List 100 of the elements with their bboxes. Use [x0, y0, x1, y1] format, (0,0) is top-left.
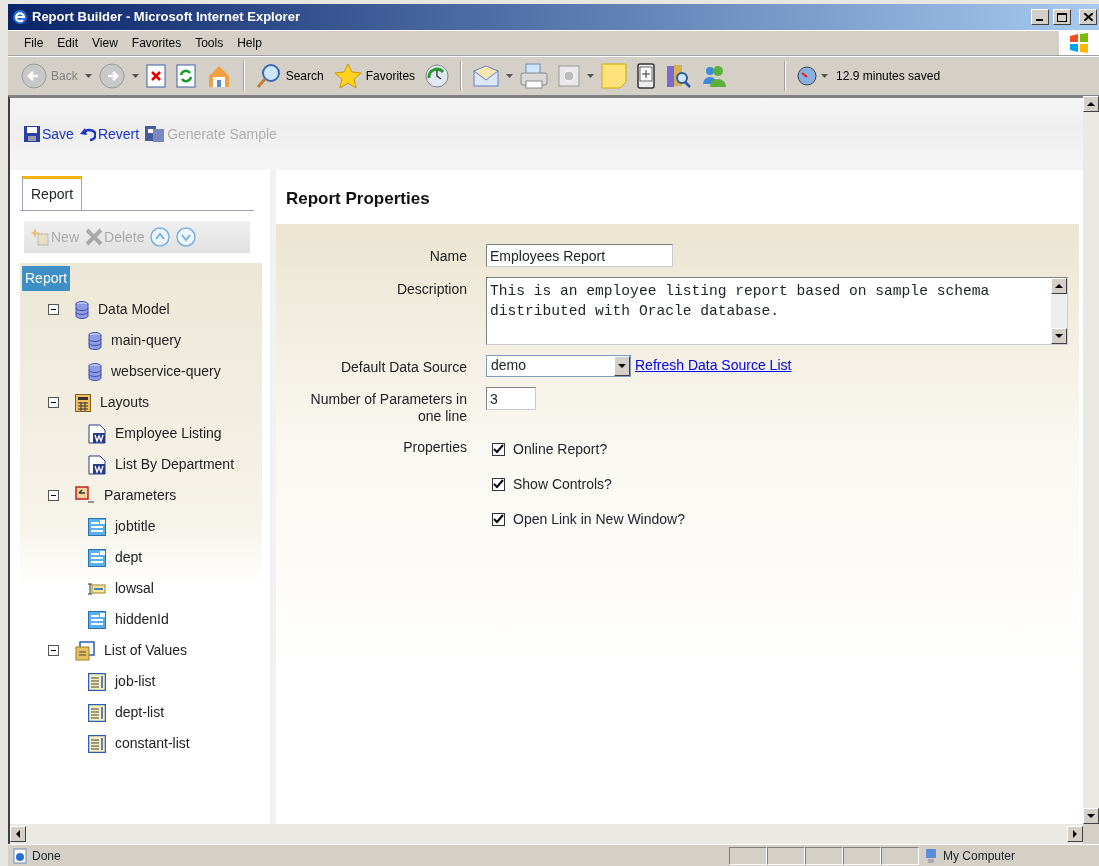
tree-item[interactable]: webservice-query — [108, 359, 224, 384]
page-icon — [12, 847, 28, 864]
tree-item[interactable]: main-query — [108, 328, 185, 353]
horizontal-scrollbar[interactable] — [8, 824, 1083, 844]
menu-item[interactable]: View — [86, 32, 124, 54]
database-icon — [88, 331, 102, 350]
close-button[interactable] — [1079, 9, 1097, 25]
collapse-icon[interactable] — [48, 304, 59, 315]
tree-item[interactable]: hiddenId — [112, 607, 172, 632]
panel-tab[interactable]: Report — [22, 176, 83, 210]
checkbox-label[interactable]: Online Report? — [513, 438, 608, 460]
number-field[interactable]: 3 — [486, 386, 536, 410]
arrow-down-icon — [1086, 813, 1096, 819]
menu-item[interactable]: Favorites — [125, 32, 188, 54]
close-icon — [1083, 13, 1093, 21]
name-field[interactable]: Employees Report — [486, 243, 673, 267]
collapse-icon[interactable] — [48, 490, 59, 501]
word-document-icon — [88, 454, 106, 475]
minimize-button[interactable] — [1031, 9, 1049, 25]
tree-item[interactable]: Parameters — [101, 483, 180, 508]
field-label: Number of Parameters in one line — [309, 389, 467, 425]
sample-document-icon — [145, 125, 166, 143]
scrollbar[interactable] — [1051, 277, 1067, 344]
maximize-button[interactable] — [1053, 9, 1071, 25]
people-icon — [701, 64, 728, 88]
list-icon — [88, 672, 106, 691]
printer-icon — [520, 63, 549, 89]
scroll-down-button[interactable] — [1083, 808, 1099, 824]
parameters-icon — [75, 485, 95, 506]
tree-item[interactable]: Layouts — [97, 390, 153, 415]
description-field[interactable]: This is an employee listing report based on sample schema distributed with Oracle database. — [486, 276, 1068, 345]
browser-logo-icon — [12, 9, 28, 25]
status-pane — [767, 846, 805, 865]
scroll-left-button[interactable] — [10, 826, 26, 842]
panel-title: Report Properties — [285, 188, 431, 210]
word-document-icon — [88, 423, 106, 444]
tree-item[interactable]: List of Values — [101, 638, 190, 663]
tree-item[interactable]: jobtitle — [112, 514, 159, 539]
tree-item[interactable]: lowsal — [112, 576, 157, 601]
save-button[interactable]: Save — [24, 123, 74, 145]
refresh-link[interactable]: Refresh Data Source List — [635, 355, 792, 376]
checkbox[interactable] — [492, 442, 505, 456]
collapse-icon[interactable] — [48, 645, 59, 656]
timer-button[interactable]: 12.9 minutes saved — [794, 64, 944, 88]
status-text: Done — [32, 847, 61, 865]
list-icon — [88, 703, 106, 722]
timer-text: 12.9 minutes saved — [836, 68, 941, 85]
tree-item[interactable]: constant-list — [112, 731, 193, 756]
arrow-right-icon — [1072, 829, 1078, 839]
field-label: Default Data Source — [339, 357, 467, 377]
folder-list-icon — [75, 640, 95, 661]
tree-item[interactable]: dept-list — [112, 700, 168, 725]
check-icon — [493, 478, 504, 490]
tree-item[interactable]: List By Department — [112, 452, 238, 477]
window-title: Report Builder - Microsoft Internet Explorer — [32, 8, 301, 27]
revert-button[interactable]: Revert — [79, 123, 140, 145]
scroll-up-button[interactable] — [1051, 277, 1067, 294]
scroll-right-button[interactable] — [1067, 826, 1083, 842]
x-mark-icon — [85, 228, 103, 246]
menu-item[interactable]: Tools — [189, 32, 230, 54]
tree-item[interactable]: Employee Listing — [112, 421, 225, 446]
menu-item[interactable]: File — [18, 32, 50, 54]
status-pane — [805, 846, 843, 865]
collapse-icon[interactable] — [48, 397, 59, 408]
checkbox-label[interactable]: Show Controls? — [513, 473, 612, 495]
favorites-button[interactable]: Favorites — [330, 61, 419, 91]
form-menu-icon — [88, 517, 106, 536]
maximize-icon — [1057, 12, 1067, 22]
tree-item[interactable]: Data Model — [95, 297, 173, 322]
checkbox[interactable] — [492, 477, 505, 491]
field-label: Properties — [402, 437, 467, 457]
tree-item[interactable]: dept — [112, 545, 146, 570]
dropdown-caret-icon — [506, 74, 514, 78]
computer-icon — [923, 847, 939, 864]
menu-item[interactable]: Edit — [51, 32, 85, 54]
field-label: Description — [395, 279, 467, 299]
tree-item[interactable]: job-list — [112, 669, 159, 694]
arrow-down-icon — [1054, 332, 1064, 339]
calculator-icon — [75, 393, 91, 412]
scroll-up-button[interactable] — [1083, 96, 1099, 112]
arrow-left-icon — [15, 829, 21, 839]
data-source-dropdown[interactable]: demo — [486, 354, 631, 377]
list-icon — [88, 734, 106, 753]
zone-text: My Computer — [943, 847, 1016, 865]
vertical-scrollbar[interactable] — [1083, 96, 1099, 824]
checkbox[interactable] — [492, 512, 505, 526]
undo-arrow-icon — [79, 127, 96, 141]
mail-icon — [473, 65, 500, 87]
menu-item[interactable]: Help — [231, 32, 268, 54]
tree-item[interactable]: Report — [22, 266, 71, 291]
dropdown-caret-icon — [84, 74, 92, 78]
database-icon — [75, 300, 89, 319]
stop-icon — [145, 64, 166, 88]
search-button[interactable]: Search — [252, 61, 327, 91]
checkbox-label[interactable]: Open Link in New Window? — [513, 508, 685, 530]
arrow-down-icon — [617, 362, 627, 369]
check-icon — [493, 443, 504, 455]
chevron-down-circle-icon — [176, 227, 197, 247]
windows-logo-icon — [1068, 32, 1090, 54]
scroll-down-button[interactable] — [1051, 327, 1067, 344]
